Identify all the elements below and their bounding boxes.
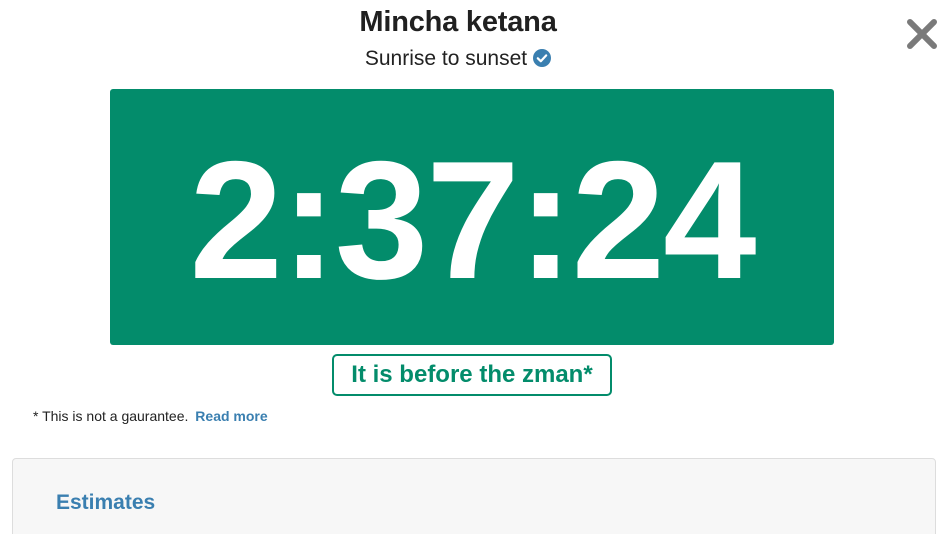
- countdown-timer: 2:37:24: [110, 89, 834, 345]
- subtitle-text: Sunrise to sunset: [364, 47, 528, 70]
- read-more-link[interactable]: Read more: [195, 408, 267, 424]
- estimates-heading: Estimates: [56, 491, 156, 514]
- check-circle-icon: [533, 49, 552, 73]
- status-label: It is before the zman*: [351, 361, 593, 388]
- disclaimer-text: * This is not a gaurantee.: [33, 408, 189, 424]
- status-badge: It is before the zman*: [332, 354, 612, 396]
- disclaimer: * This is not a gaurantee. Read more: [33, 408, 268, 424]
- countdown-value: 2:37:24: [189, 126, 756, 314]
- estimates-card: Estimates: [12, 458, 936, 534]
- page-title: Mincha ketana: [359, 6, 557, 38]
- zman-timer-page: Mincha ketana Sunrise to sunset 2:37:24 …: [0, 0, 950, 534]
- subtitle: Sunrise to sunset: [0, 47, 916, 73]
